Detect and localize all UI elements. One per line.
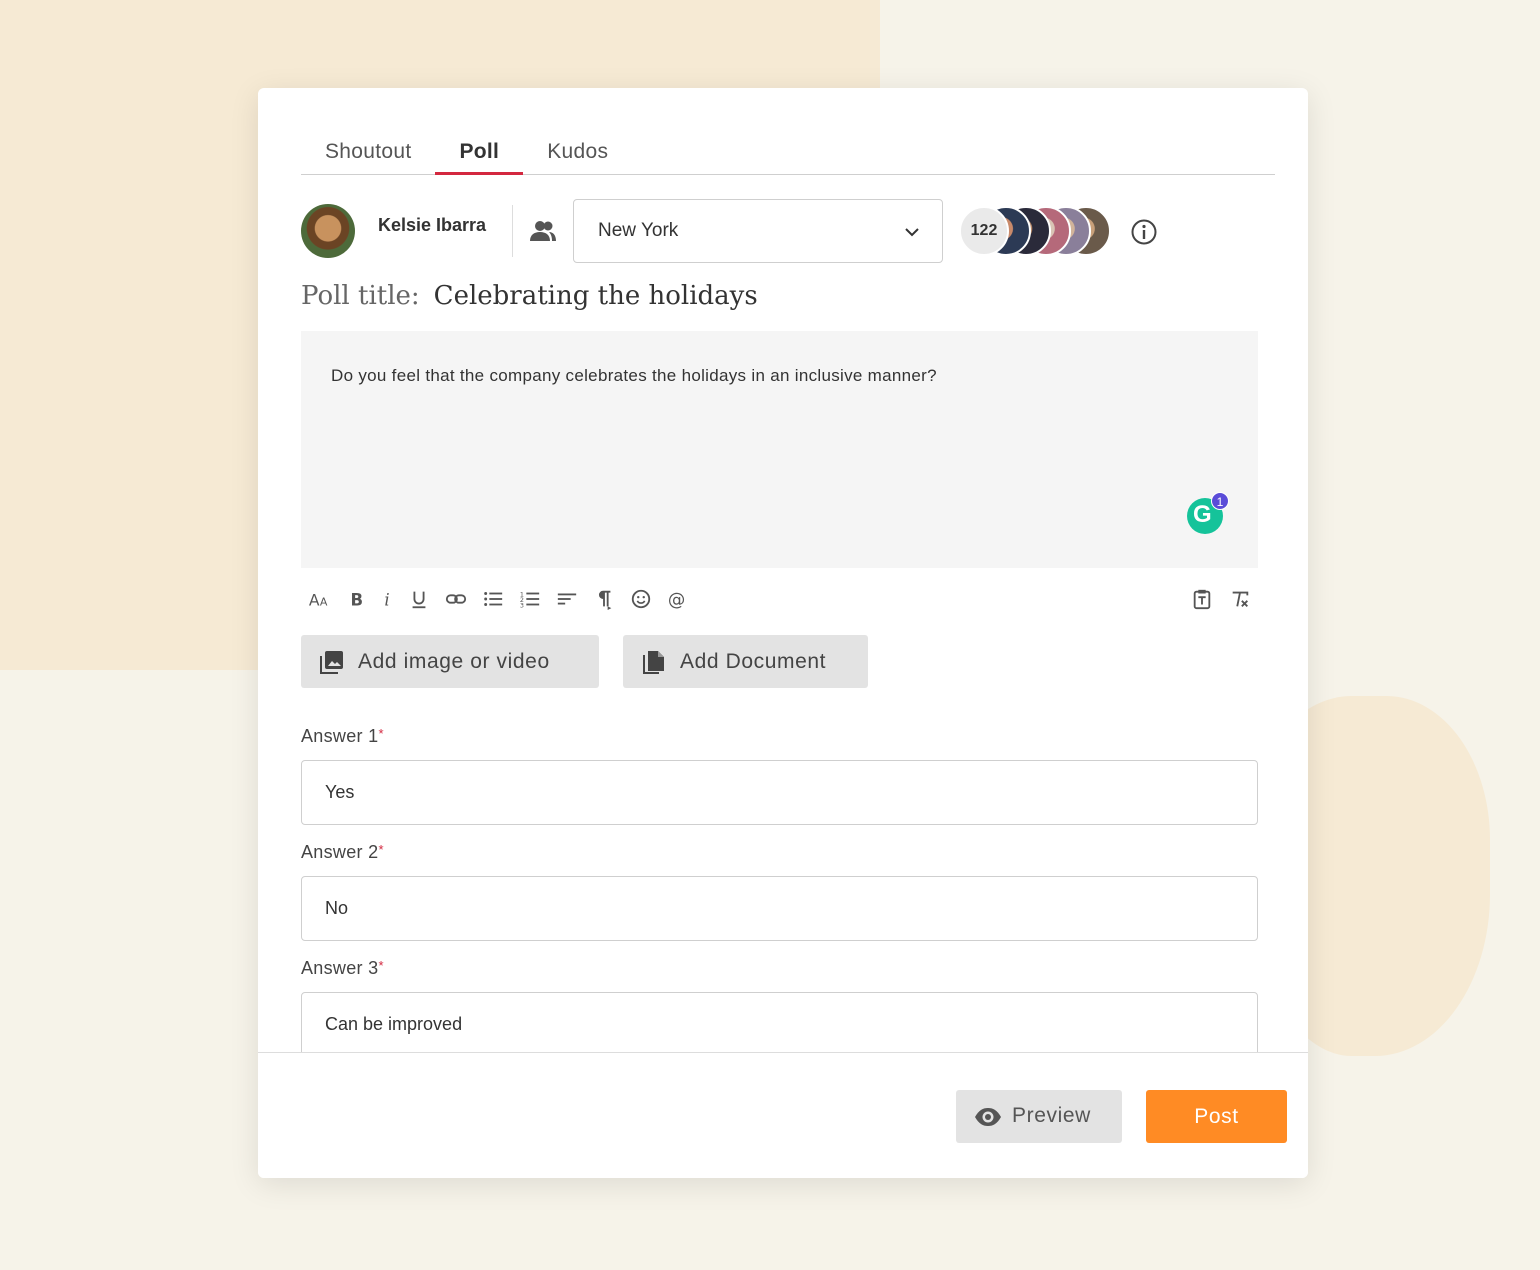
link-icon[interactable] <box>441 584 471 614</box>
image-icon <box>320 651 343 674</box>
answer-2-label: Answer 2* <box>301 842 384 863</box>
info-icon[interactable] <box>1130 218 1158 246</box>
grammarly-badge: 1 <box>1211 492 1229 510</box>
avatar <box>301 204 355 258</box>
tab-shoutout[interactable]: Shoutout <box>301 128 435 175</box>
italic-icon[interactable]: i <box>373 584 403 614</box>
audience-select-value: New York <box>598 220 679 241</box>
bullet-list-icon[interactable] <box>478 584 508 614</box>
svg-text:i: i <box>384 590 389 609</box>
dialog-footer: Preview Post <box>258 1052 1308 1178</box>
format-toolbar: AA B i 123 @ <box>301 584 1258 614</box>
answer-1-label-text: Answer 1 <box>301 726 379 746</box>
author-row: Kelsie Ibarra New York 122 <box>301 199 1275 265</box>
audience-select[interactable]: New York <box>573 199 943 263</box>
answer-1-label: Answer 1* <box>301 726 384 747</box>
answer-2-input[interactable] <box>301 876 1258 941</box>
answer-1-input[interactable] <box>301 760 1258 825</box>
poll-title-value: Celebrating the holidays <box>433 281 758 311</box>
numbered-list-icon[interactable]: 123 <box>515 584 545 614</box>
member-avatars[interactable]: 122 <box>959 206 1119 256</box>
poll-title[interactable]: Poll title: Celebrating the holidays <box>301 281 758 311</box>
answer-2-label-text: Answer 2 <box>301 842 379 862</box>
chevron-down-icon <box>905 228 919 237</box>
divider <box>512 205 513 257</box>
svg-text:@: @ <box>668 590 685 610</box>
grammarly-icon: G <box>1193 501 1212 528</box>
font-size-icon[interactable]: AA <box>304 584 334 614</box>
document-icon <box>643 651 664 674</box>
question-text: Do you feel that the company celebrates … <box>331 366 937 385</box>
create-post-dialog: Shoutout Poll Kudos Kelsie Ibarra New Yo… <box>258 88 1308 1178</box>
question-editor[interactable]: Do you feel that the company celebrates … <box>301 331 1258 568</box>
poll-title-label: Poll title: <box>301 281 420 311</box>
group-icon <box>530 221 556 241</box>
svg-text:B: B <box>351 590 364 609</box>
clear-format-icon[interactable] <box>1225 584 1255 614</box>
tab-poll[interactable]: Poll <box>435 128 524 175</box>
svg-text:A: A <box>320 595 328 608</box>
underline-icon[interactable] <box>404 584 434 614</box>
emoji-icon[interactable] <box>626 584 656 614</box>
answer-3-label-text: Answer 3 <box>301 958 379 978</box>
mention-icon[interactable]: @ <box>663 584 693 614</box>
bold-icon[interactable]: B <box>341 584 371 614</box>
preview-button[interactable]: Preview <box>956 1090 1122 1143</box>
answer-3-input[interactable] <box>301 992 1258 1057</box>
required-marker: * <box>378 726 384 741</box>
required-marker: * <box>378 842 384 857</box>
add-document-label: Add Document <box>680 650 827 673</box>
add-image-video-label: Add image or video <box>358 650 550 673</box>
add-image-video-button[interactable]: Add image or video <box>301 635 599 688</box>
grammarly-button[interactable]: G 1 <box>1187 492 1229 534</box>
tab-kudos[interactable]: Kudos <box>523 128 632 175</box>
member-count: 122 <box>959 206 1009 256</box>
preview-label: Preview <box>1012 1104 1091 1127</box>
post-type-tabs: Shoutout Poll Kudos <box>301 128 1275 175</box>
eye-icon <box>975 1108 1001 1126</box>
paste-text-icon[interactable] <box>1187 584 1217 614</box>
required-marker: * <box>378 958 384 973</box>
post-button[interactable]: Post <box>1146 1090 1287 1143</box>
svg-text:3: 3 <box>520 601 524 609</box>
align-icon[interactable] <box>552 584 582 614</box>
paragraph-icon[interactable] <box>589 584 619 614</box>
svg-text:A: A <box>309 591 320 609</box>
author-name: Kelsie Ibarra <box>378 215 487 235</box>
answer-3-label: Answer 3* <box>301 958 384 979</box>
add-document-button[interactable]: Add Document <box>623 635 868 688</box>
